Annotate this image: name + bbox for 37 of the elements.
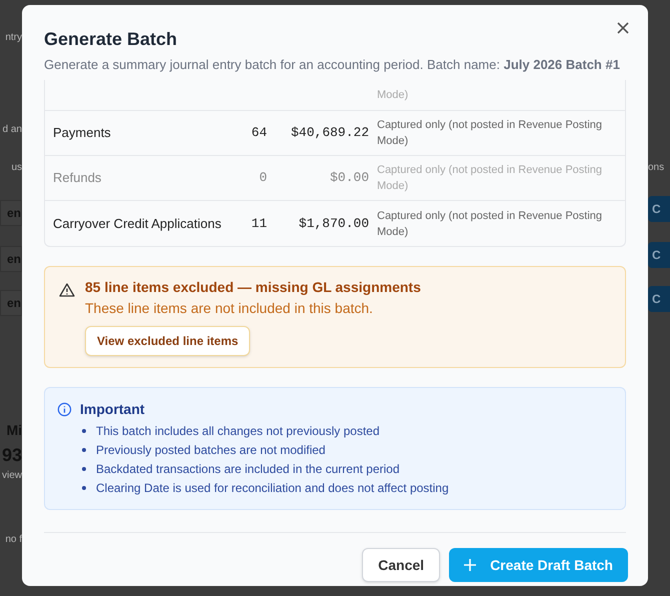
info-item: This batch includes all changes not previously posted [96, 422, 380, 440]
background-text: no f [5, 533, 22, 547]
background-text: d an [2, 123, 22, 137]
row-label: Carryover Credit Applications [53, 216, 222, 231]
background-text: ntry [5, 31, 22, 45]
bullet-icon [82, 486, 86, 490]
count-cell: 64 [251, 125, 267, 140]
amount-cell: $1,870.00 [298, 216, 369, 231]
note-cell: Captured only (not posted in Revenue Posting Mode) [377, 119, 602, 147]
background-text: ons [648, 161, 664, 175]
row-label: Payments [53, 125, 111, 140]
amount-cell: $40,689.22 [290, 125, 369, 140]
dialog-subtitle: Generate a summary journal entry batch for an accounting period. Batch name: July 2026 Batch #1 [44, 56, 620, 74]
count-cell: 0 [259, 170, 267, 186]
info-item: Backdated transactions are included in the current period [96, 460, 400, 478]
note-cell: Captured only (not posted in Revenue Posting Mode) [377, 210, 602, 238]
info-title: Important [80, 400, 146, 419]
info-item: Previously posted batches are not modified [96, 442, 326, 458]
background-text: view [2, 469, 22, 483]
amount-cell: $0.00 [330, 170, 369, 186]
bullet-icon [82, 448, 86, 452]
row-label: Refunds [53, 170, 102, 186]
note-cell: Mode) [377, 89, 408, 101]
warning-title: 85 line items excluded — missing GL assignments [85, 278, 421, 297]
bullet-icon [82, 466, 86, 470]
info-item: Clearing Date is used for reconciliation and does not affect posting [96, 480, 449, 496]
dialog-title: Generate Batch [44, 28, 178, 51]
bullet-icon [82, 428, 86, 432]
cancel-button[interactable]: Cancel [362, 548, 440, 582]
view-excluded-button[interactable]: View excluded line items [85, 326, 250, 356]
plus-icon [464, 559, 476, 571]
note-cell: Captured only (not posted in Revenue Posting Mode) [377, 164, 602, 192]
warning-icon [59, 282, 75, 298]
background-text: us [11, 161, 22, 175]
info-icon [57, 402, 72, 417]
warning-message: These line items are not included in this batch. [85, 299, 374, 318]
count-cell: 11 [251, 216, 267, 231]
